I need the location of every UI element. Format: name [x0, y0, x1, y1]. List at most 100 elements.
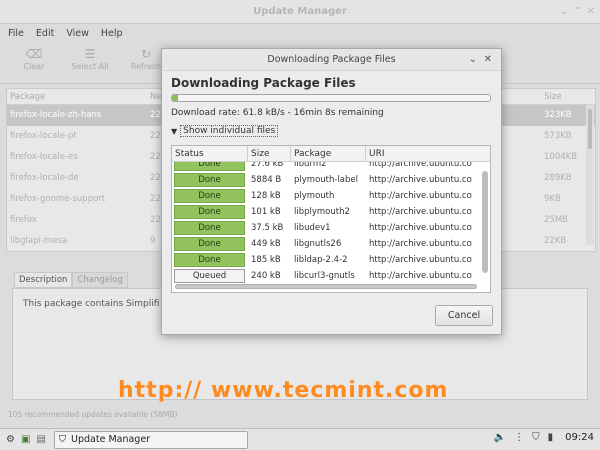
status-badge: Done: [174, 173, 245, 187]
terminal-icon[interactable]: ▣: [21, 434, 30, 445]
tab-description[interactable]: Description: [14, 272, 73, 288]
file-size: 128 kB: [251, 191, 281, 201]
dialog-minimize-icon[interactable]: ⌄: [469, 49, 477, 71]
menu-help[interactable]: Help: [101, 28, 123, 39]
clock: 09:24: [565, 432, 594, 443]
files-horizontal-scrollbar[interactable]: [174, 283, 480, 290]
file-uri: http://archive.ubuntu.co: [369, 191, 472, 201]
close-icon[interactable]: ✕: [587, 6, 595, 18]
maximize-icon[interactable]: ⌃: [574, 6, 582, 18]
row-size: 9KB: [544, 194, 561, 204]
file-row[interactable]: Done 5884 B plymouth-label http://archive.u…: [172, 172, 482, 188]
file-package: libplymouth2: [294, 207, 350, 217]
status-text: 105 recommended updates available (58MB): [8, 410, 178, 419]
cancel-button[interactable]: Cancel: [435, 305, 493, 326]
clear-button[interactable]: ⌫ Clear: [12, 42, 56, 71]
file-size: 185 kB: [251, 255, 281, 265]
file-uri: http://archive.ubuntu.co: [369, 207, 472, 217]
file-size: 101 kB: [251, 207, 281, 217]
shield-icon: ⛉: [58, 434, 67, 445]
file-uri: http://archive.ubuntu.co: [369, 223, 472, 233]
column-size[interactable]: Size: [248, 146, 291, 161]
volume-icon[interactable]: 🔈: [494, 432, 506, 443]
files-table-header: Status Size Package URI: [172, 146, 490, 162]
file-package: libcurl3-gnutls: [294, 271, 355, 281]
network-icon[interactable]: ⋮: [514, 432, 524, 443]
menu-file[interactable]: File: [8, 28, 24, 39]
status-badge: Done: [174, 205, 245, 219]
files-vertical-scrollbar[interactable]: [481, 163, 489, 280]
dialog-title: Downloading Package Files: [267, 54, 396, 65]
description-text: This package contains Simplifi: [23, 299, 160, 309]
menu-view[interactable]: View: [66, 28, 89, 39]
row-size: 1004KB: [544, 152, 578, 162]
show-files-label: Show individual files: [180, 125, 279, 137]
clear-label: Clear: [23, 62, 45, 71]
tab-changelog[interactable]: Changelog: [72, 272, 128, 288]
file-uri: http://archive.ubuntu.co: [369, 271, 472, 281]
select-all-icon: ☰: [84, 47, 96, 61]
dialog-titlebar: Downloading Package Files ⌄ ✕: [162, 49, 501, 71]
expander-arrow-icon: ▼: [171, 126, 178, 136]
taskbar: ⚙ ▣ ▤ ⛉ Update Manager 🔈 ⋮ ⛉ ▮ 09:24: [0, 428, 600, 450]
row-size: 573KB: [544, 131, 572, 141]
row-size: 22KB: [544, 236, 567, 246]
taskbar-update-manager[interactable]: ⛉ Update Manager: [53, 430, 248, 449]
select-all-label: Select All: [71, 62, 109, 71]
file-package: libldap-2.4-2: [294, 255, 348, 265]
column-uri[interactable]: URI: [366, 146, 486, 161]
row-package: firefox-locale-de: [10, 173, 79, 183]
file-row[interactable]: Done 185 kB libldap-2.4-2 http://archive.ub…: [172, 252, 482, 268]
download-progress-fill: [172, 95, 179, 101]
row-package: firefox-gnome-support: [10, 194, 106, 204]
files-icon[interactable]: ▤: [36, 434, 45, 445]
file-row[interactable]: Done 128 kB plymouth http://archive.ubuntu.…: [172, 188, 482, 204]
status-badge: Done: [174, 253, 245, 267]
row-size: 289KB: [544, 173, 572, 183]
updates-scrollbar[interactable]: [586, 105, 594, 245]
update-shield-icon[interactable]: ⛉: [532, 432, 540, 443]
file-uri: http://archive.ubuntu.co: [369, 239, 472, 249]
file-uri: http://archive.ubuntu.co: [369, 175, 472, 185]
row-package: firefox-locale-pt: [10, 131, 77, 141]
files-table: Done 27.6 kB libdrm2 http://archive.ubuntu.…: [171, 145, 491, 293]
minimize-icon[interactable]: ⌄: [560, 6, 568, 18]
menu-gear-icon[interactable]: ⚙: [6, 434, 15, 445]
window-title: Update Manager: [253, 6, 347, 17]
file-package: libgnutls26: [294, 239, 342, 249]
row-package: libglapi-mesa: [10, 236, 68, 246]
file-row[interactable]: Queued 240 kB libcurl3-gnutls http://archiv…: [172, 268, 482, 284]
taskbar-app-label: Update Manager: [71, 434, 151, 445]
refresh-label: Refresh: [130, 62, 162, 71]
description-tabs: Description Changelog: [14, 272, 128, 288]
row-size: 25MB: [544, 215, 568, 225]
file-package: libudev1: [294, 223, 331, 233]
column-package[interactable]: Package: [291, 146, 366, 161]
dialog-heading: Downloading Package Files: [171, 76, 356, 90]
file-size: 37.5 kB: [251, 223, 284, 233]
menu-edit[interactable]: Edit: [36, 28, 54, 39]
status-badge: Done: [174, 189, 245, 203]
file-size: 5884 B: [251, 175, 282, 185]
file-package: plymouth-label: [294, 175, 358, 185]
dialog-close-icon[interactable]: ✕: [484, 49, 492, 71]
file-size: 449 kB: [251, 239, 281, 249]
show-files-expander[interactable]: ▼ Show individual files: [171, 125, 279, 137]
battery-icon[interactable]: ▮: [548, 432, 554, 443]
system-tray: 🔈 ⋮ ⛉ ▮ 09:24: [494, 432, 594, 443]
column-size[interactable]: Size: [541, 89, 581, 105]
window-titlebar: Update Manager ⌄ ⌃ ✕: [0, 0, 600, 24]
watermark: http:// www.tecmint.com: [118, 378, 449, 403]
file-row[interactable]: Done 37.5 kB libudev1 http://archive.ubuntu…: [172, 220, 482, 236]
download-progress-bar: [171, 94, 491, 102]
clear-icon: ⌫: [25, 47, 43, 61]
column-package[interactable]: Package: [7, 89, 147, 104]
file-row[interactable]: Done 449 kB libgnutls26 http://archive.ubun…: [172, 236, 482, 252]
status-badge: Queued: [174, 269, 245, 283]
menu-bar: File Edit View Help: [0, 24, 600, 42]
file-row[interactable]: Done 101 kB libplymouth2 http://archive.ubu…: [172, 204, 482, 220]
file-uri: http://archive.ubuntu.co: [369, 255, 472, 265]
row-size: 323KB: [544, 110, 572, 120]
select-all-button[interactable]: ☰ Select All: [68, 42, 112, 71]
column-status[interactable]: Status: [172, 146, 248, 161]
